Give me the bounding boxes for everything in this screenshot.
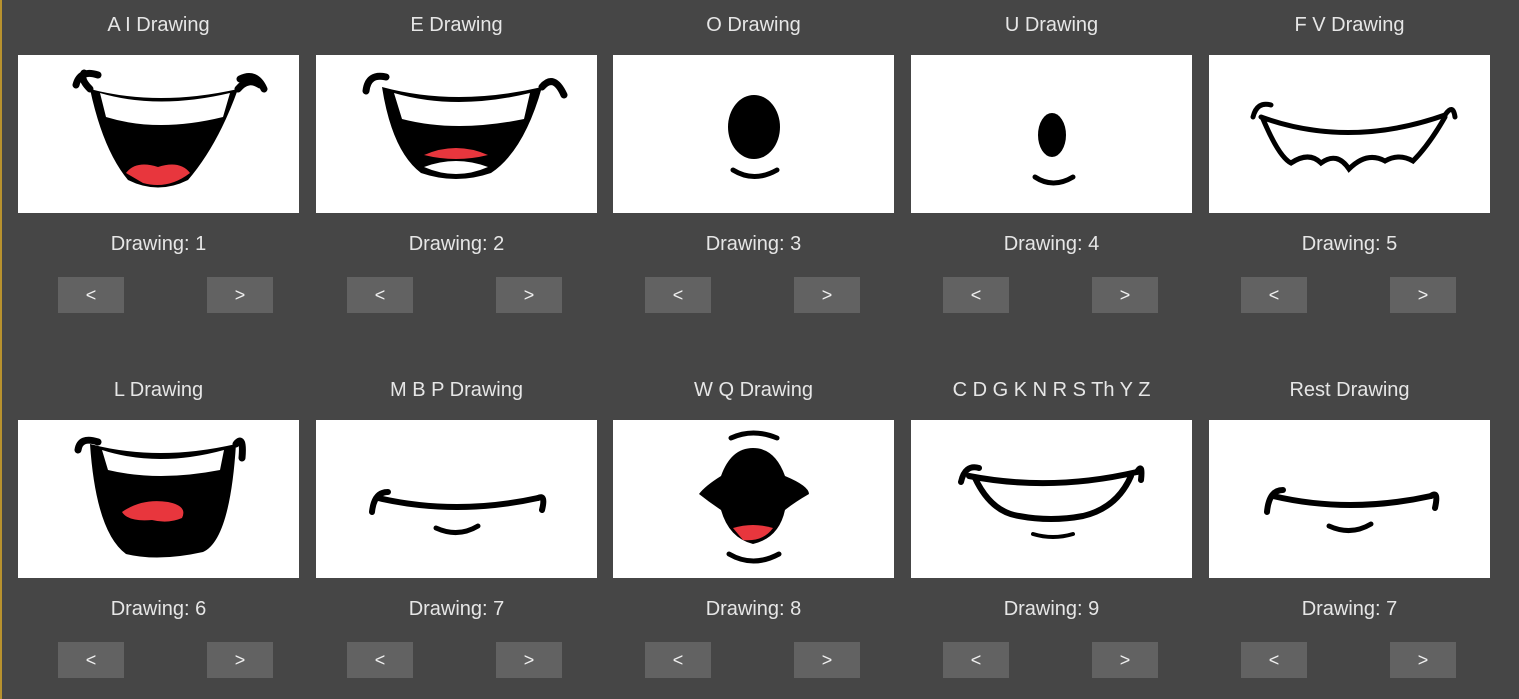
mouth-cell-wq: W Q Drawing Drawing: 8 < > bbox=[613, 365, 894, 678]
next-drawing-button[interactable]: > bbox=[794, 642, 860, 678]
mouth-cdgk-icon bbox=[958, 464, 1145, 539]
next-drawing-button[interactable]: > bbox=[207, 642, 273, 678]
mouth-thumbnail[interactable] bbox=[911, 420, 1192, 578]
window-edge bbox=[0, 0, 2, 699]
cell-title: F V Drawing bbox=[1294, 14, 1405, 36]
prev-drawing-button[interactable]: < bbox=[347, 277, 413, 313]
mouth-cell-rest: Rest Drawing Drawing: 7 < > bbox=[1209, 365, 1490, 678]
prev-drawing-button[interactable]: < bbox=[347, 642, 413, 678]
mouth-mbp-icon bbox=[369, 489, 547, 535]
drawing-label: Drawing: 6 bbox=[110, 598, 207, 620]
drawing-label: Drawing: 5 bbox=[1301, 233, 1398, 255]
next-drawing-button[interactable]: > bbox=[207, 277, 273, 313]
cell-title: E Drawing bbox=[410, 14, 503, 36]
mouth-thumbnail[interactable] bbox=[316, 55, 597, 213]
drawing-label: Drawing: 9 bbox=[1003, 598, 1100, 620]
mouth-thumbnail[interactable] bbox=[18, 55, 299, 213]
prev-drawing-button[interactable]: < bbox=[58, 277, 124, 313]
mouth-e-icon bbox=[362, 72, 568, 179]
cell-title: U Drawing bbox=[1004, 14, 1099, 36]
mouth-cell-cdgk: C D G K N R S Th Y Z Drawing: 9 < > bbox=[911, 365, 1192, 678]
mouth-o-icon bbox=[728, 95, 780, 179]
mouth-thumbnail[interactable] bbox=[613, 420, 894, 578]
mouth-thumbnail[interactable] bbox=[1209, 420, 1490, 578]
mouth-wq-icon bbox=[699, 430, 809, 564]
mouth-thumbnail[interactable] bbox=[18, 420, 299, 578]
prev-drawing-button[interactable]: < bbox=[1241, 277, 1307, 313]
next-drawing-button[interactable]: > bbox=[1390, 277, 1456, 313]
drawing-label: Drawing: 8 bbox=[705, 598, 802, 620]
prev-drawing-button[interactable]: < bbox=[645, 642, 711, 678]
next-drawing-button[interactable]: > bbox=[1092, 277, 1158, 313]
drawing-label: Drawing: 7 bbox=[1301, 598, 1398, 620]
mouth-u-icon bbox=[1032, 113, 1076, 186]
cell-title: O Drawing bbox=[706, 14, 801, 36]
cell-title: Rest Drawing bbox=[1289, 379, 1410, 401]
prev-drawing-button[interactable]: < bbox=[645, 277, 711, 313]
cell-title: C D G K N R S Th Y Z bbox=[952, 379, 1151, 401]
cell-title: L Drawing bbox=[113, 379, 204, 401]
next-drawing-button[interactable]: > bbox=[496, 277, 562, 313]
mouth-ai-icon bbox=[72, 69, 268, 188]
mouth-thumbnail[interactable] bbox=[1209, 55, 1490, 213]
mouth-cell-mbp: M B P Drawing Drawing: 7 < > bbox=[316, 365, 597, 678]
next-drawing-button[interactable]: > bbox=[1092, 642, 1158, 678]
mouth-cell-o: O Drawing Drawing: 3 < > bbox=[613, 0, 894, 313]
mouth-cell-ai: A I Drawing Drawing: 1 < > bbox=[18, 0, 299, 313]
drawing-label: Drawing: 7 bbox=[408, 598, 505, 620]
mouth-thumbnail[interactable] bbox=[316, 420, 597, 578]
drawing-label: Drawing: 4 bbox=[1003, 233, 1100, 255]
cell-title: W Q Drawing bbox=[694, 379, 813, 401]
prev-drawing-button[interactable]: < bbox=[943, 277, 1009, 313]
cell-title: A I Drawing bbox=[107, 14, 210, 36]
drawing-label: Drawing: 2 bbox=[408, 233, 505, 255]
next-drawing-button[interactable]: > bbox=[496, 642, 562, 678]
mouth-cell-l: L Drawing Drawing: 6 < > bbox=[18, 365, 299, 678]
next-drawing-button[interactable]: > bbox=[1390, 642, 1456, 678]
next-drawing-button[interactable]: > bbox=[794, 277, 860, 313]
mouth-rest-icon bbox=[1264, 487, 1440, 533]
mouth-cell-e: E Drawing Drawing: 2 < > bbox=[316, 0, 597, 313]
mouth-cell-u: U Drawing Drawing: 4 < > bbox=[911, 0, 1192, 313]
prev-drawing-button[interactable]: < bbox=[1241, 642, 1307, 678]
prev-drawing-button[interactable]: < bbox=[58, 642, 124, 678]
mouth-l-icon bbox=[74, 436, 246, 558]
mouth-fv-icon bbox=[1250, 101, 1458, 173]
mouth-thumbnail[interactable] bbox=[613, 55, 894, 213]
mouth-cell-fv: F V Drawing Drawing: 5 < > bbox=[1209, 0, 1490, 313]
cell-title: M B P Drawing bbox=[389, 379, 523, 401]
mouth-thumbnail[interactable] bbox=[911, 55, 1192, 213]
drawing-label: Drawing: 3 bbox=[705, 233, 802, 255]
prev-drawing-button[interactable]: < bbox=[943, 642, 1009, 678]
drawing-label: Drawing: 1 bbox=[110, 233, 207, 255]
